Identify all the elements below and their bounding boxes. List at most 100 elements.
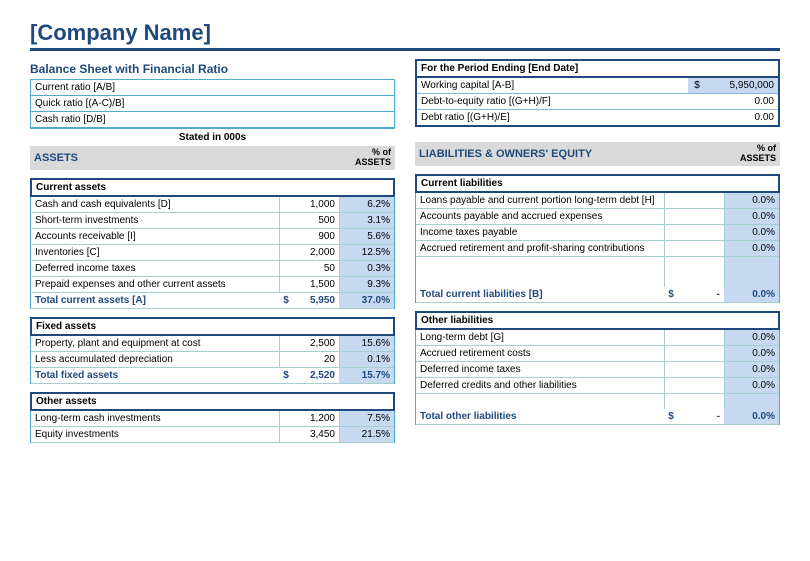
row-pct: 7.5% [339, 411, 394, 426]
total-label: Total fixed assets [31, 368, 279, 383]
period-box: For the Period Ending [End Date] Working… [415, 59, 780, 127]
row-value: 3,450 [279, 427, 339, 442]
current-liab-table: Loans payable and current portion long-t… [415, 193, 780, 303]
sheet-subtitle: Balance Sheet with Financial Ratio [30, 59, 395, 79]
row-pct: 0.0% [724, 346, 779, 361]
row-value [664, 209, 724, 224]
row-value: 900 [279, 229, 339, 244]
row-pct: 0.3% [339, 261, 394, 276]
current-assets-header: Current assets [30, 178, 395, 197]
stated-label: Stated in 000s [30, 129, 395, 146]
row-value [664, 362, 724, 377]
row-label: Accrued retirement costs [416, 346, 664, 361]
ratio-label: Debt-to-equity ratio [(G+H)/F] [417, 94, 688, 109]
pct-header: % of ASSETS [720, 142, 780, 166]
total-pct: 0.0% [724, 287, 779, 302]
row-label: Short-term investments [31, 213, 279, 228]
liab-header-label: LIABILITIES & OWNERS' EQUITY [415, 142, 720, 166]
ratio-value [334, 112, 394, 127]
row-pct: 0.0% [724, 330, 779, 345]
ratio-value: 0.00 [688, 94, 778, 109]
row-label: Loans payable and current portion long-t… [416, 193, 664, 208]
total-value: - [678, 287, 724, 302]
row-label: Cash and cash equivalents [D] [31, 197, 279, 212]
row-label: Property, plant and equipment at cost [31, 336, 279, 351]
pct-header: % of ASSETS [335, 146, 395, 170]
cur-symbol: $ [664, 287, 678, 302]
row-value: 1,000 [279, 197, 339, 212]
row-value: 50 [279, 261, 339, 276]
row-label: Income taxes payable [416, 225, 664, 240]
row-pct: 0.0% [724, 225, 779, 240]
total-value: 2,520 [293, 368, 339, 383]
other-assets-table: Long-term cash investments1,2007.5% Equi… [30, 411, 395, 443]
row-label: Accrued retirement and profit-sharing co… [416, 241, 664, 256]
row-value: 1,500 [279, 277, 339, 292]
current-assets-table: Cash and cash equivalents [D]1,0006.2% S… [30, 197, 395, 309]
row-value [664, 330, 724, 345]
total-label: Total other liabilities [416, 409, 664, 424]
cur-symbol: $ [688, 78, 706, 93]
row-value [664, 346, 724, 361]
total-value: - [678, 409, 724, 424]
fixed-assets-header: Fixed assets [30, 317, 395, 336]
row-value [664, 378, 724, 393]
row-pct: 0.0% [724, 193, 779, 208]
other-liab-header: Other liabilities [415, 311, 780, 330]
row-value: 20 [279, 352, 339, 367]
row-label: Deferred credits and other liabilities [416, 378, 664, 393]
assets-header-label: ASSETS [30, 146, 335, 170]
cur-symbol: $ [664, 409, 678, 424]
ratio-value: 5,950,000 [706, 78, 778, 93]
fixed-assets-table: Property, plant and equipment at cost2,5… [30, 336, 395, 384]
row-pct: 5.6% [339, 229, 394, 244]
total-pct: 15.7% [339, 368, 394, 383]
ratio-value [334, 96, 394, 111]
row-pct: 0.0% [724, 209, 779, 224]
cur-symbol: $ [279, 368, 293, 383]
row-label: Equity investments [31, 427, 279, 442]
row-pct: 0.1% [339, 352, 394, 367]
row-pct: 0.0% [724, 378, 779, 393]
cur-symbol: $ [279, 293, 293, 308]
row-pct: 21.5% [339, 427, 394, 442]
total-value: 5,950 [293, 293, 339, 308]
row-value [664, 225, 724, 240]
row-value [664, 241, 724, 256]
row-value: 500 [279, 213, 339, 228]
row-label: Less accumulated depreciation [31, 352, 279, 367]
ratio-label: Cash ratio [D/B] [31, 112, 334, 127]
ratio-label: Current ratio [A/B] [31, 80, 334, 95]
period-label: For the Period Ending [End Date] [417, 61, 778, 76]
company-title: [Company Name] [30, 20, 780, 51]
row-label: Deferred income taxes [31, 261, 279, 276]
other-assets-header: Other assets [30, 392, 395, 411]
row-label: Inventories [C] [31, 245, 279, 260]
row-pct: 6.2% [339, 197, 394, 212]
row-label: Deferred income taxes [416, 362, 664, 377]
other-liab-table: Long-term debt [G] 0.0% Accrued retiremen… [415, 330, 780, 425]
row-pct: 0.0% [724, 362, 779, 377]
row-pct: 3.1% [339, 213, 394, 228]
row-pct: 9.3% [339, 277, 394, 292]
row-value: 2,500 [279, 336, 339, 351]
current-liab-header: Current liabilities [415, 174, 780, 193]
row-label: Long-term cash investments [31, 411, 279, 426]
left-ratio-box: Current ratio [A/B] Quick ratio [(A-C)/B… [30, 79, 395, 129]
row-label: Accounts receivable [I] [31, 229, 279, 244]
liabilities-header: LIABILITIES & OWNERS' EQUITY % of ASSETS [415, 142, 780, 166]
row-label: Accounts payable and accrued expenses [416, 209, 664, 224]
row-pct: 15.6% [339, 336, 394, 351]
ratio-value: 0.00 [688, 110, 778, 125]
assets-header: ASSETS % of ASSETS [30, 146, 395, 170]
total-pct: 37.0% [339, 293, 394, 308]
row-value: 2,000 [279, 245, 339, 260]
row-label: Long-term debt [G] [416, 330, 664, 345]
total-pct: 0.0% [724, 409, 779, 424]
total-label: Total current liabilities [B] [416, 287, 664, 302]
ratio-value [334, 80, 394, 95]
ratio-label: Working capital [A-B] [417, 78, 688, 93]
row-value [664, 193, 724, 208]
row-value: 1,200 [279, 411, 339, 426]
ratio-label: Quick ratio [(A-C)/B] [31, 96, 334, 111]
